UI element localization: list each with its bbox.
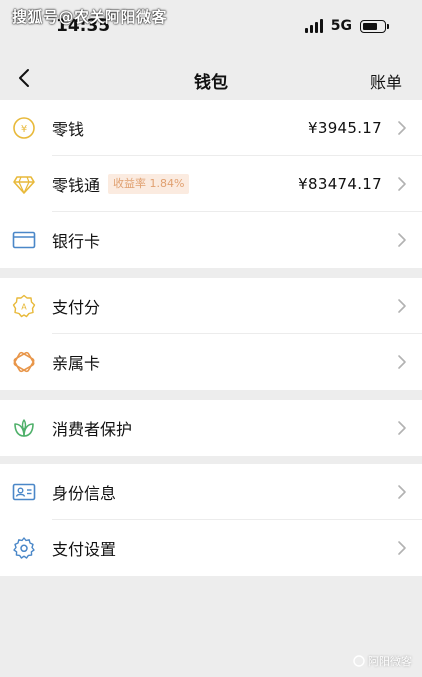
- chevron-right-icon: [398, 485, 406, 499]
- family-card-icon: [12, 350, 36, 374]
- row-label: 消费者保护: [52, 420, 133, 439]
- settings-gear-icon: [12, 536, 36, 560]
- chevron-right-icon: [398, 541, 406, 555]
- watermark-bottom: 阿阳微客: [353, 653, 412, 669]
- chevron-right-icon: [398, 121, 406, 135]
- chevron-right-icon: [398, 421, 406, 435]
- row-label: 支付设置: [52, 540, 117, 559]
- yield-rate-badge: 收益率 1.84%: [108, 174, 190, 194]
- chevron-right-icon: [398, 177, 406, 191]
- row-consumer-protection[interactable]: 消费者保护: [0, 400, 422, 456]
- yuan-coin-icon: ¥: [12, 116, 36, 140]
- signal-icon: [304, 19, 323, 33]
- battery-icon: [360, 19, 389, 33]
- top-bar: 14:35 搜狐号@农关阿阳微客 5G 钱包 账单: [0, 0, 422, 100]
- row-label: 身份信息: [52, 484, 117, 503]
- row-label: 亲属卡: [52, 354, 101, 373]
- chevron-right-icon: [398, 355, 406, 369]
- bill-link[interactable]: 账单: [370, 69, 402, 93]
- status-indicators: 5G: [304, 18, 389, 34]
- row-change[interactable]: ¥ 零钱 ¥3945.17: [0, 100, 422, 156]
- wallet-group-balance: ¥ 零钱 ¥3945.17 零钱通 收益率 1.84% ¥83474.17 银行…: [0, 100, 422, 268]
- row-label: 零钱通: [52, 176, 101, 195]
- row-label: 银行卡: [52, 232, 101, 251]
- watermark-bottom-text: 阿阳微客: [368, 655, 412, 668]
- wallet-group-services: A 支付分 亲属卡: [0, 278, 422, 390]
- bank-card-icon: [12, 228, 36, 252]
- wallet-group-protection: 消费者保护: [0, 400, 422, 456]
- row-pay-score[interactable]: A 支付分: [0, 278, 422, 334]
- consumer-protection-icon: [12, 416, 36, 440]
- watermark-logo-icon: [353, 655, 365, 667]
- svg-text:¥: ¥: [21, 124, 27, 135]
- svg-text:A: A: [21, 303, 27, 312]
- row-label: 支付分: [52, 298, 101, 317]
- pay-score-icon: A: [12, 294, 36, 318]
- row-identity[interactable]: 身份信息: [0, 464, 422, 520]
- watermark-top: 搜狐号@农关阿阳微客: [12, 8, 168, 26]
- chevron-right-icon: [398, 233, 406, 247]
- row-label: 零钱: [52, 120, 85, 139]
- chevron-right-icon: [398, 299, 406, 313]
- diamond-icon: [12, 172, 36, 196]
- network-label: 5G: [330, 18, 352, 34]
- row-pay-settings[interactable]: 支付设置: [0, 520, 422, 576]
- id-card-icon: [12, 480, 36, 504]
- row-family-card[interactable]: 亲属卡: [0, 334, 422, 390]
- row-value: ¥3945.17: [308, 119, 382, 137]
- row-lingqiantong[interactable]: 零钱通 收益率 1.84% ¥83474.17: [0, 156, 422, 212]
- row-bank-card[interactable]: 银行卡: [0, 212, 422, 268]
- page-title: 钱包: [194, 73, 228, 93]
- wallet-group-account: 身份信息 支付设置: [0, 464, 422, 576]
- row-value: ¥83474.17: [298, 175, 382, 193]
